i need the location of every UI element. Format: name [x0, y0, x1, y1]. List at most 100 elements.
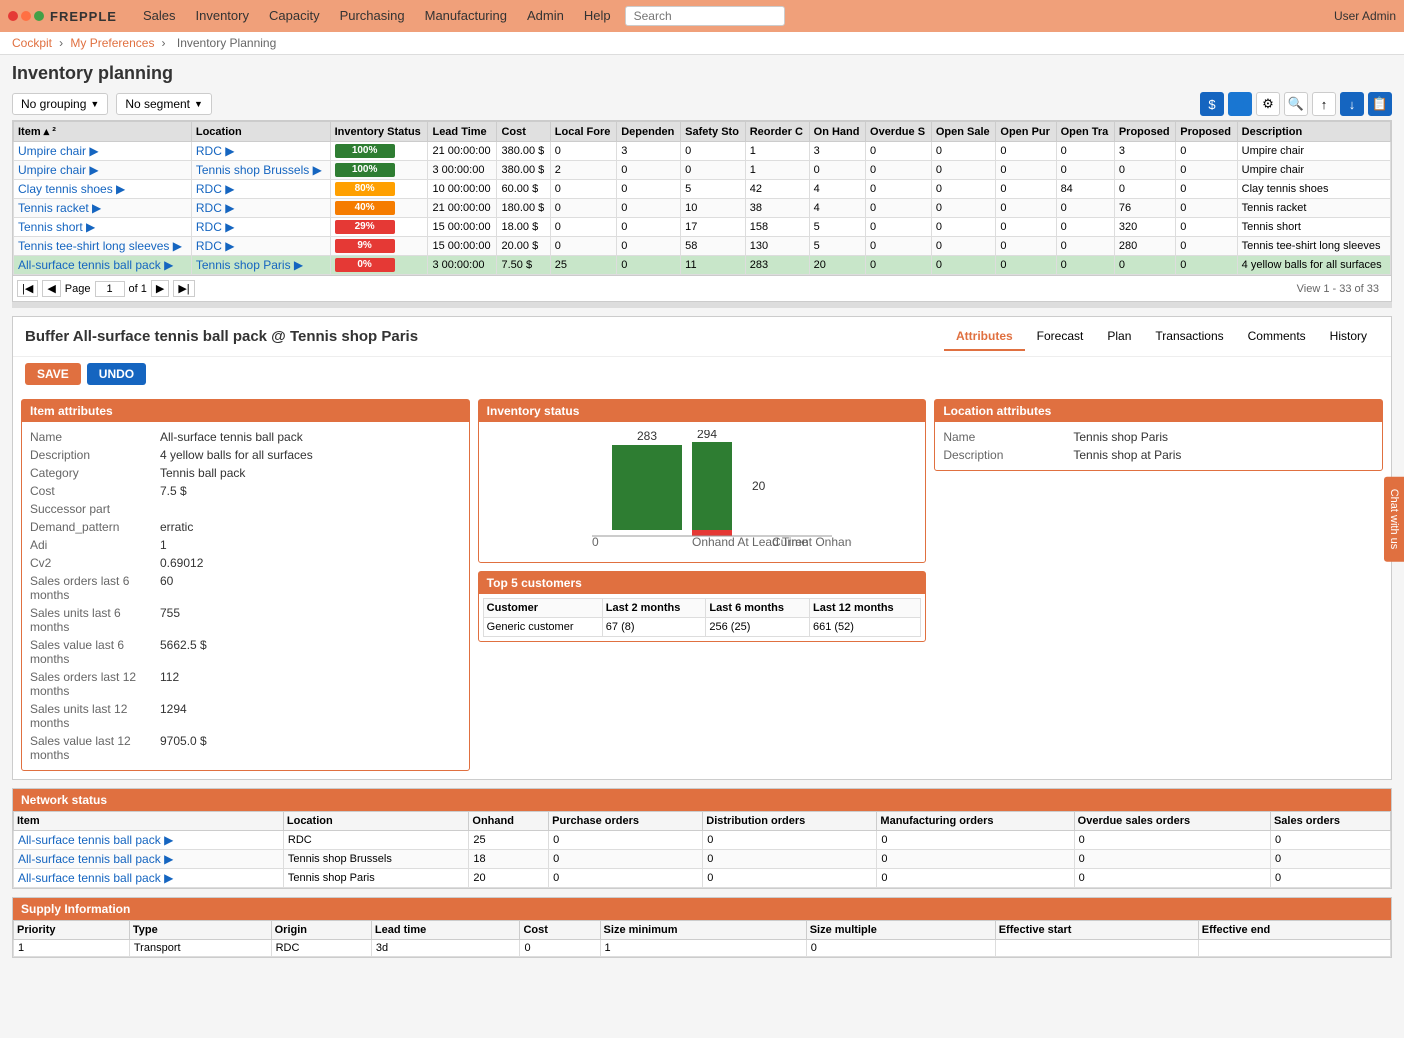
supply-cost: 0: [520, 940, 600, 957]
tab-plan[interactable]: Plan: [1095, 323, 1143, 351]
item-link[interactable]: Umpire chair ▶: [18, 144, 99, 158]
col-location[interactable]: Location: [191, 122, 330, 142]
location-link[interactable]: Tennis shop Paris ▶: [196, 258, 303, 272]
col-safety[interactable]: Safety Sto: [681, 122, 746, 142]
table-row[interactable]: Tennis tee-shirt long sleeves ▶ RDC ▶ 9%…: [14, 237, 1391, 256]
undo-button[interactable]: UNDO: [87, 363, 146, 385]
icon-gear[interactable]: ⚙: [1256, 92, 1280, 116]
item-link[interactable]: Tennis short ▶: [18, 220, 95, 234]
location-link[interactable]: RDC ▶: [196, 239, 235, 253]
attr-value: 60: [160, 574, 173, 602]
location-link[interactable]: RDC ▶: [196, 182, 235, 196]
item-link[interactable]: Clay tennis shoes ▶: [18, 182, 125, 196]
location-link[interactable]: RDC ▶: [196, 220, 235, 234]
col-reorder[interactable]: Reorder C: [745, 122, 809, 142]
col-proposed1[interactable]: Proposed: [1114, 122, 1175, 142]
cell-leadtime: 15 00:00:00: [428, 237, 497, 256]
table-row[interactable]: Clay tennis shoes ▶ RDC ▶ 80% 10 00:00:0…: [14, 180, 1391, 199]
cell-local-fore: 0: [550, 142, 616, 161]
breadcrumb-preferences[interactable]: My Preferences: [70, 36, 154, 50]
supply-col-header: Type: [129, 921, 271, 940]
location-attributes-header: Location attributes: [935, 400, 1382, 422]
cell-open-pur: 0: [996, 142, 1056, 161]
tab-history[interactable]: History: [1318, 323, 1379, 351]
cell-safety: 5: [681, 180, 746, 199]
nav-help[interactable]: Help: [574, 0, 621, 32]
nav-capacity[interactable]: Capacity: [259, 0, 330, 32]
icon-dollar[interactable]: $: [1200, 92, 1224, 116]
attr-label: Adi: [30, 538, 160, 552]
cell-open-sale: 0: [931, 218, 996, 237]
col-status[interactable]: Inventory Status: [330, 122, 428, 142]
net-purchase: 0: [549, 831, 703, 850]
grouping-dropdown[interactable]: No grouping: [12, 93, 108, 115]
net-location: Tennis shop Paris: [283, 869, 469, 888]
item-link[interactable]: Tennis tee-shirt long sleeves ▶: [18, 239, 182, 253]
col-last12: Last 12 months: [809, 599, 920, 618]
prev-page-btn[interactable]: ◀: [42, 280, 60, 297]
item-link[interactable]: Umpire chair ▶: [18, 163, 99, 177]
last-page-btn[interactable]: ▶|: [173, 280, 194, 297]
network-table: ItemLocationOnhandPurchase ordersDistrib…: [13, 811, 1391, 888]
col-proposed2[interactable]: Proposed: [1176, 122, 1237, 142]
col-open-tra[interactable]: Open Tra: [1056, 122, 1114, 142]
col-item[interactable]: Item ▴ ²: [14, 122, 192, 142]
nav-inventory[interactable]: Inventory: [186, 0, 259, 32]
cell-local-fore: 2: [550, 161, 616, 180]
nav-manufacturing[interactable]: Manufacturing: [415, 0, 517, 32]
attr-value: 9705.0 $: [160, 734, 207, 762]
col-open-pur[interactable]: Open Pur: [996, 122, 1056, 142]
col-cost[interactable]: Cost: [497, 122, 550, 142]
item-link[interactable]: All-surface tennis ball pack ▶: [18, 258, 173, 272]
table-row[interactable]: All-surface tennis ball pack ▶ Tennis sh…: [14, 256, 1391, 275]
segment-dropdown[interactable]: No segment: [116, 93, 212, 115]
table-row[interactable]: Umpire chair ▶ Tennis shop Brussels ▶ 10…: [14, 161, 1391, 180]
page-input[interactable]: [95, 281, 125, 297]
col-open-sale[interactable]: Open Sale: [931, 122, 996, 142]
cell-local-fore: 0: [550, 199, 616, 218]
tab-attributes[interactable]: Attributes: [944, 323, 1025, 351]
network-col-header: Onhand: [469, 812, 549, 831]
col-dependen[interactable]: Dependen: [617, 122, 681, 142]
icon-export[interactable]: 📋: [1368, 92, 1392, 116]
cell-overdue: 0: [866, 237, 932, 256]
first-page-btn[interactable]: |◀: [17, 280, 38, 297]
attr-row: DescriptionTennis shop at Paris: [943, 446, 1374, 464]
icon-search[interactable]: 🔍: [1284, 92, 1308, 116]
next-page-btn[interactable]: ▶: [151, 280, 169, 297]
tab-comments[interactable]: Comments: [1236, 323, 1318, 351]
icon-up[interactable]: ↑: [1312, 92, 1336, 116]
col-description[interactable]: Description: [1237, 122, 1390, 142]
table-row[interactable]: Tennis short ▶ RDC ▶ 29% 15 00:00:00 18.…: [14, 218, 1391, 237]
svg-text:283: 283: [637, 430, 657, 443]
icon-down[interactable]: ↓: [1340, 92, 1364, 116]
location-link[interactable]: RDC ▶: [196, 201, 235, 215]
col-onhand[interactable]: On Hand: [809, 122, 865, 142]
col-leadtime[interactable]: Lead Time: [428, 122, 497, 142]
detail-tabs: Attributes Forecast Plan Transactions Co…: [944, 323, 1379, 350]
nav-purchasing[interactable]: Purchasing: [330, 0, 415, 32]
search-input[interactable]: [625, 6, 785, 26]
save-button[interactable]: SAVE: [25, 363, 81, 385]
location-link[interactable]: RDC ▶: [196, 144, 235, 158]
breadcrumb-current: Inventory Planning: [177, 36, 276, 50]
col-local-fore[interactable]: Local Fore: [550, 122, 616, 142]
top5-customers-header: Top 5 customers: [479, 572, 926, 594]
cell-local-fore: 0: [550, 180, 616, 199]
net-manufacturing: 0: [877, 850, 1074, 869]
chat-widget[interactable]: Chat with us: [1384, 477, 1404, 562]
item-link[interactable]: Tennis racket ▶: [18, 201, 101, 215]
table-row[interactable]: Umpire chair ▶ RDC ▶ 100% 21 00:00:00 38…: [14, 142, 1391, 161]
table-row[interactable]: Tennis racket ▶ RDC ▶ 40% 21 00:00:00 18…: [14, 199, 1391, 218]
nav-admin[interactable]: Admin: [517, 0, 574, 32]
breadcrumb-cockpit[interactable]: Cockpit: [12, 36, 52, 50]
nav-sales[interactable]: Sales: [133, 0, 186, 32]
cell-description: 4 yellow balls for all surfaces: [1237, 256, 1390, 275]
tab-forecast[interactable]: Forecast: [1025, 323, 1096, 351]
location-link[interactable]: Tennis shop Brussels ▶: [196, 163, 322, 177]
col-overdue[interactable]: Overdue S: [866, 122, 932, 142]
attr-label: Name: [943, 430, 1073, 444]
supply-col-header: Size minimum: [600, 921, 806, 940]
tab-transactions[interactable]: Transactions: [1143, 323, 1235, 351]
icon-user[interactable]: 👤: [1228, 92, 1252, 116]
